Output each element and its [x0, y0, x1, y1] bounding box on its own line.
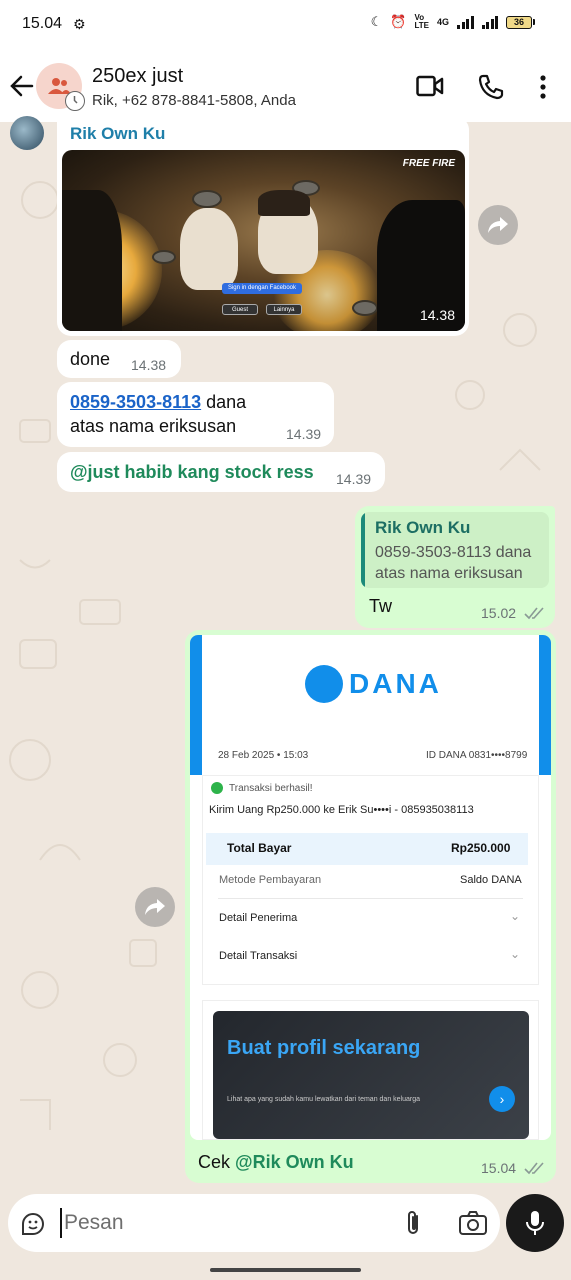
- message-input[interactable]: [60, 1208, 380, 1238]
- message-time: 15.04: [481, 1160, 517, 1176]
- attach-icon[interactable]: [405, 1209, 423, 1237]
- volte-icon: Vo LTE: [414, 13, 429, 30]
- sender-avatar[interactable]: [10, 116, 44, 150]
- status-time: 15.04: [22, 15, 63, 32]
- game-screenshot-image[interactable]: FREE FIRE Sign in dengan Facebook Guest …: [62, 150, 465, 331]
- message-text-line2: atas nama eriksusan: [70, 416, 237, 436]
- back-arrow-icon[interactable]: [8, 72, 36, 100]
- dana-logo: DANA: [305, 665, 442, 703]
- message-bubble[interactable]: done 14.38: [57, 340, 181, 378]
- success-check-icon: [211, 782, 223, 794]
- chevron-down-icon: ⌄: [510, 947, 521, 961]
- forward-button[interactable]: [135, 887, 175, 927]
- method-label: Metode Pembayaran: [219, 874, 322, 886]
- dana-receipt-image[interactable]: DANA 28 Feb 2025 • 15:03 ID DANA 0831•••…: [190, 635, 551, 1140]
- message-sender: Rik Own Ku: [70, 124, 166, 143]
- mention-link[interactable]: @just habib kang stock ress: [70, 460, 314, 484]
- message-time: 14.39: [286, 426, 322, 442]
- quoted-sender: Rik Own Ku: [375, 518, 471, 537]
- message-time: 14.38: [131, 357, 167, 373]
- battery-level: 36: [506, 15, 532, 29]
- network-type: 4G: [436, 17, 449, 27]
- chevron-down-icon: ⌄: [510, 909, 521, 923]
- message-bubble[interactable]: @just habib kang stock ress 14.39: [57, 452, 385, 492]
- phone-link[interactable]: 0859-3503-8113: [70, 392, 201, 412]
- game-facebook-button: Sign in dengan Facebook: [222, 283, 302, 294]
- signal-icon: [457, 15, 474, 29]
- disappearing-timer-icon: [65, 91, 85, 111]
- total-label: Total Bayar: [227, 841, 292, 855]
- receipt-date: 28 Feb 2025 • 15:03: [218, 750, 309, 761]
- more-options-icon[interactable]: [538, 75, 548, 99]
- quoted-text: 0859-3503-8113 dana atas nama eriksusan: [375, 544, 532, 582]
- signal-2-icon: [481, 15, 498, 29]
- chat-participants[interactable]: Rik, +62 878-8841-5808, Anda: [92, 92, 296, 109]
- message-time: 14.39: [336, 471, 372, 487]
- settings-notification-icon: ⚙: [73, 16, 86, 32]
- promo-title: Buat profil sekarang: [227, 1037, 421, 1059]
- message-text: Tw: [369, 596, 393, 616]
- caption-text: Cek: [198, 1152, 236, 1172]
- promo-subtitle: Lihat apa yang sudah kamu lewatkan dari …: [227, 1096, 421, 1103]
- home-indicator: [210, 1268, 361, 1272]
- total-value: Rp250.000: [451, 841, 511, 855]
- dana-logo-icon: [305, 665, 343, 703]
- moon-icon: ☾: [370, 14, 383, 29]
- detail-transaction: Detail Transaksi: [219, 950, 298, 962]
- video-call-icon[interactable]: [416, 74, 444, 98]
- message-text: dana: [201, 392, 247, 412]
- forward-icon: [488, 217, 508, 233]
- microphone-icon: [526, 1211, 544, 1235]
- message-text: done: [70, 349, 111, 369]
- voice-message-button[interactable]: [506, 1194, 564, 1252]
- dana-brand: DANA: [349, 668, 442, 699]
- receipt-id: ID DANA 0831••••8799: [426, 750, 528, 761]
- read-receipt-icon: [524, 1162, 544, 1175]
- detail-recipient: Detail Penerima: [219, 912, 298, 924]
- chat-title[interactable]: 250ex just: [92, 65, 183, 88]
- camera-icon[interactable]: [458, 1210, 488, 1236]
- chat-header: 250ex just Rik, +62 878-8841-5808, Anda: [0, 50, 571, 122]
- game-other-button: Lainnya: [266, 304, 302, 315]
- receipt-status: Transaksi berhasil!: [229, 783, 313, 794]
- forward-icon: [145, 899, 165, 915]
- game-guest-button: Guest: [222, 304, 258, 315]
- message-bubble[interactable]: 0859-3503-8113 dana atas nama eriksusan …: [57, 382, 334, 447]
- forward-button[interactable]: [478, 205, 518, 245]
- message-time: 14.38: [419, 307, 455, 323]
- status-bar: 15.04 ⚙ ☾ ⏰ Vo LTE 4G 36: [0, 0, 571, 50]
- promo-card: Buat profil sekarang Lihat apa yang suda…: [202, 1000, 539, 1140]
- message-time: 15.02: [481, 605, 517, 621]
- mention-link[interactable]: @Rik Own Ku: [235, 1152, 354, 1172]
- sticker-icon[interactable]: [20, 1211, 46, 1237]
- message-composer: [8, 1194, 500, 1252]
- game-logo: FREE FIRE: [402, 158, 455, 169]
- method-value: Saldo DANA: [460, 874, 522, 886]
- total-row: Total Bayar Rp250.000: [206, 833, 528, 865]
- read-receipt-icon: [524, 607, 544, 620]
- promo-arrow-icon: ›: [489, 1086, 515, 1112]
- quoted-message[interactable]: Rik Own Ku 0859-3503-8113 dana atas nama…: [361, 512, 549, 588]
- battery-icon: 36: [506, 15, 535, 29]
- voice-call-icon[interactable]: [478, 74, 504, 100]
- image-caption: Cek @Rik Own Ku: [198, 1150, 354, 1174]
- receipt-description: Kirim Uang Rp250.000 ke Erik Su••••i - 0…: [209, 804, 474, 816]
- alarm-icon: ⏰: [390, 14, 407, 29]
